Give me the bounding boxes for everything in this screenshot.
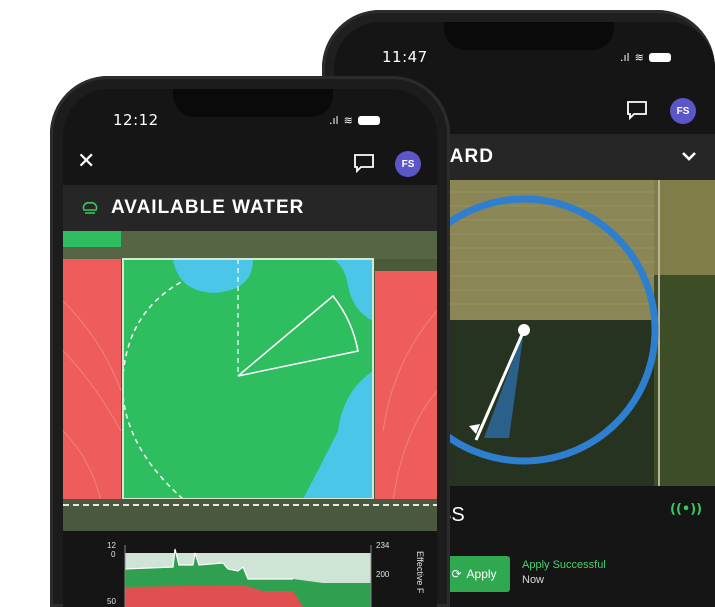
deficit-zone-right	[375, 271, 437, 511]
close-icon[interactable]: ✕	[77, 149, 95, 174]
chevron-down-icon[interactable]	[681, 150, 697, 162]
signal-bars-icon: .ıl	[329, 114, 339, 127]
field-right	[654, 180, 715, 275]
notch	[444, 22, 614, 50]
field-top-left-green	[63, 231, 121, 247]
notch	[173, 89, 333, 117]
battery-icon	[648, 53, 671, 62]
apply-button-label: Apply	[466, 567, 497, 581]
left-tick-2: 50	[107, 597, 116, 606]
right-tick-0: 234	[376, 541, 390, 550]
available-water-map[interactable]	[63, 231, 437, 531]
status-time: 12:12	[113, 111, 159, 129]
signal-bars-icon: .ıl	[620, 51, 630, 64]
signal-icon: ((•))	[670, 502, 703, 517]
wifi-icon: ≋	[634, 51, 644, 64]
battery-icon	[357, 116, 380, 125]
field-right-dark	[654, 275, 715, 486]
apply-status-text: Apply Successful	[522, 559, 606, 571]
left-tick-0: 12	[107, 541, 116, 550]
right-axis-label: Effective F	[415, 551, 425, 594]
apply-status-time: Now	[522, 574, 545, 586]
avatar[interactable]: FS	[670, 98, 696, 124]
right-tick-1: 200	[376, 570, 390, 579]
avatar[interactable]: FS	[395, 151, 421, 177]
chat-icon[interactable]	[626, 100, 648, 120]
wifi-icon: ≋	[343, 114, 353, 127]
available-water-header: AVAILABLE WATER	[63, 185, 437, 231]
left-tick-1: 0	[111, 550, 116, 559]
status-icons: .ıl ≋	[620, 51, 671, 64]
deficit-zone-left	[63, 259, 121, 509]
apply-status: Apply Successful Now	[522, 558, 606, 588]
front-phone-screen: 12:12 .ıl ≋ ✕ FS AVAILABLE WATER 12 0 50…	[63, 89, 437, 607]
refresh-icon: ⟳	[451, 567, 462, 581]
status-time: 11:47	[382, 48, 428, 66]
chat-icon[interactable]	[353, 153, 375, 173]
status-icons: .ıl ≋	[329, 114, 380, 127]
page-title: AVAILABLE WATER	[111, 197, 305, 218]
pivot-center[interactable]	[518, 324, 530, 336]
cloud-icon	[82, 201, 98, 214]
front-phone: 12:12 .ıl ≋ ✕ FS AVAILABLE WATER 12 0 50…	[50, 76, 450, 607]
road-strip	[63, 499, 437, 531]
